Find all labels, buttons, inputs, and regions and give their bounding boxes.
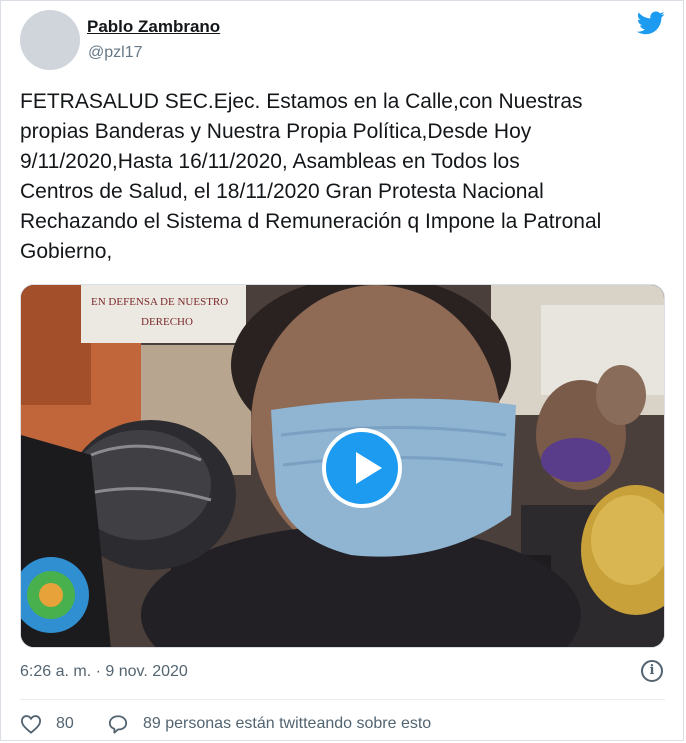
author-name[interactable]: Pablo Zambrano — [87, 17, 220, 37]
twitter-bird-icon[interactable] — [637, 11, 665, 35]
tweet-timestamp[interactable]: 6:26 a. m. · 9 nov. 2020 — [20, 663, 188, 681]
speech-bubble-icon — [108, 715, 128, 734]
conversation-button[interactable]: 89 personas están twitteando sobre esto — [107, 712, 431, 736]
video-player[interactable]: EN DEFENSA DE NUESTRO DERECHO — [20, 284, 665, 648]
play-icon[interactable] — [322, 428, 402, 508]
avatar[interactable] — [20, 10, 80, 70]
info-icon[interactable]: i — [641, 660, 663, 682]
like-button[interactable]: 80 — [20, 712, 74, 736]
conversation-text: 89 personas están twitteando sobre esto — [143, 715, 432, 732]
heart-icon — [20, 715, 42, 734]
sign-text-line-1: EN DEFENSA DE NUESTRO — [91, 296, 228, 308]
like-count: 80 — [56, 715, 74, 732]
sign-text-line-2: DERECHO — [141, 316, 193, 328]
divider — [20, 699, 665, 700]
tweet-card: Pablo Zambrano @pzl17 FETRASALUD SEC.Eje… — [0, 0, 684, 741]
tweet-text: FETRASALUD SEC.Ejec. Estamos en la Calle… — [20, 90, 602, 263]
author-handle[interactable]: @pzl17 — [88, 44, 143, 62]
